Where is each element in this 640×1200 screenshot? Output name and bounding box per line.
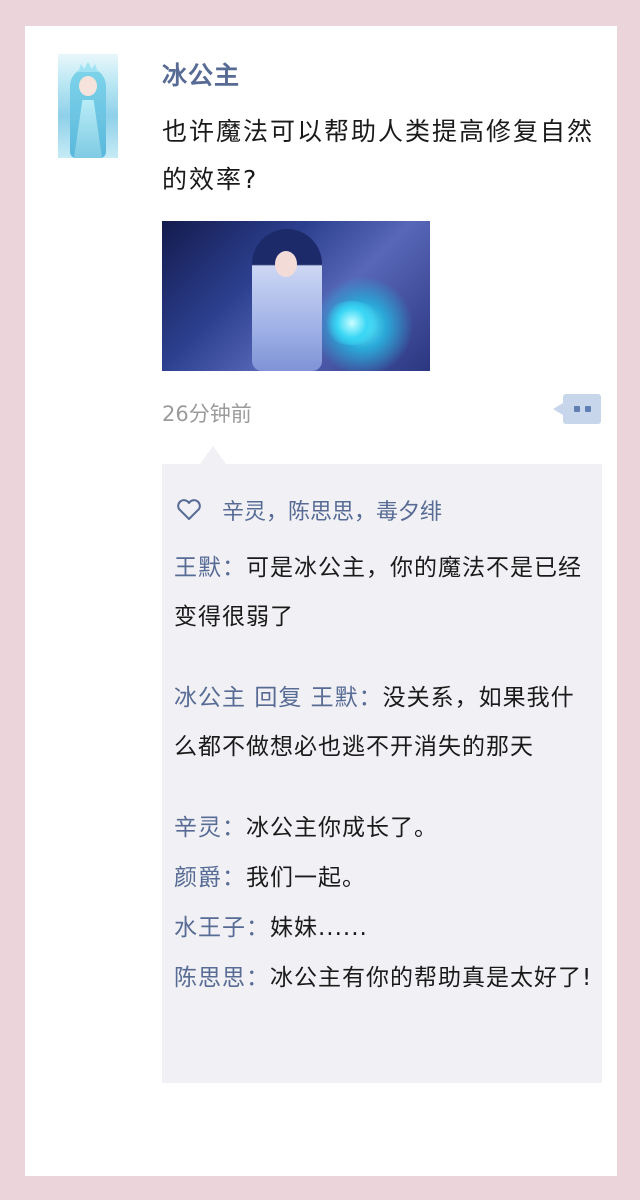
comment-text: 冰公主有你的帮助真是太好了! — [270, 965, 593, 991]
comment-author[interactable]: 王默 — [174, 555, 222, 581]
comment-item[interactable]: 辛灵：冰公主你成长了。 — [174, 804, 594, 853]
comments-pointer — [200, 446, 226, 464]
author-name[interactable]: 冰公主 — [162, 56, 240, 92]
reply-target[interactable]: 王默 — [311, 685, 359, 711]
comment-item[interactable]: 颜爵：我们一起。 — [174, 854, 594, 903]
likes-row: 辛灵，陈思思，毒夕绯 — [176, 494, 442, 526]
comment-author[interactable]: 陈思思 — [174, 965, 246, 991]
crown-icon — [78, 62, 98, 72]
comment-item[interactable]: 王默：可是冰公主，你的魔法不是已经变得很弱了 — [174, 544, 594, 642]
comment-author[interactable]: 辛灵 — [174, 815, 222, 841]
author-avatar[interactable] — [58, 54, 118, 158]
likes-names[interactable]: 辛灵，陈思思，毒夕绯 — [222, 500, 442, 525]
post-time: 26分钟前 — [162, 402, 252, 426]
comment-item[interactable]: 水王子：妹妹...... — [174, 904, 594, 953]
comment-icon[interactable] — [553, 394, 601, 424]
post-text: 也许魔法可以帮助人类提高修复自然的效率? — [162, 117, 595, 194]
post-image[interactable] — [162, 221, 430, 371]
comment-text: 妹妹...... — [270, 915, 368, 941]
comment-author[interactable]: 水王子 — [174, 915, 246, 941]
comment-author[interactable]: 颜爵 — [174, 865, 222, 891]
comment-item[interactable]: 陈思思：冰公主有你的帮助真是太好了! — [174, 954, 594, 1003]
comment-text: 冰公主你成长了。 — [246, 815, 438, 841]
moment-card: 冰公主 也许魔法可以帮助人类提高修复自然的效率? 26分钟前 辛灵，陈思思，毒夕… — [25, 26, 617, 1176]
comments-section: 辛灵，陈思思，毒夕绯 王默：可是冰公主，你的魔法不是已经变得很弱了 冰公主 回复… — [162, 464, 602, 1083]
comment-item[interactable]: 冰公主 回复 王默：没关系，如果我什么都不做想必也逃不开消失的那天 — [174, 674, 594, 772]
heart-icon — [177, 499, 201, 520]
comment-author[interactable]: 冰公主 — [174, 685, 246, 711]
reply-word: 回复 — [254, 685, 303, 711]
comment-text: 我们一起。 — [246, 865, 366, 891]
